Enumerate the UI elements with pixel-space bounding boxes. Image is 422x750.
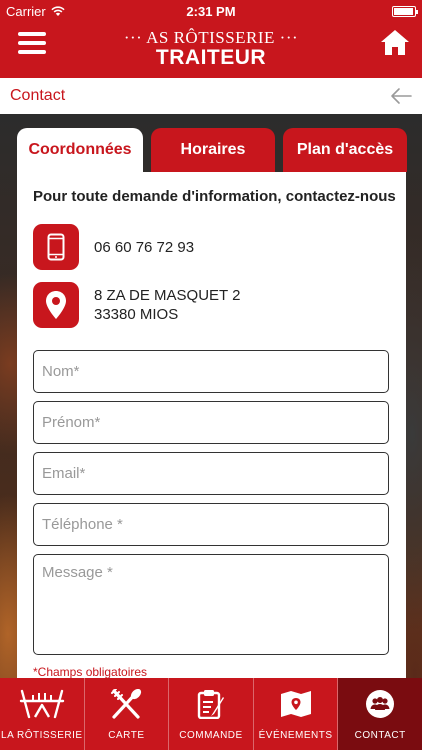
status-right <box>392 5 418 17</box>
bottom-nav: LA RÔTISSERIE CARTE COMMANDE ÉVÉNEMENTS … <box>0 678 422 750</box>
home-icon[interactable] <box>380 28 410 56</box>
nav-label-carte: CARTE <box>108 730 145 741</box>
phone-icon <box>33 224 79 270</box>
tab-plan-acces[interactable]: Plan d'accès <box>283 128 407 172</box>
contact-people-icon <box>357 688 403 720</box>
address-line-1: 8 ZA DE MASQUET 2 <box>94 287 241 304</box>
logo-top-text: ··· AS RÔTISSERIE ··· <box>123 28 299 47</box>
message-field[interactable] <box>33 554 389 655</box>
email-field[interactable] <box>33 452 389 495</box>
telephone-field[interactable] <box>33 503 389 546</box>
address-text: 8 ZA DE MASQUET 2 33380 MIOS <box>94 286 240 324</box>
tab-horaires[interactable]: Horaires <box>151 128 275 172</box>
nav-label-evenements: ÉVÉNEMENTS <box>258 730 333 741</box>
status-time: 2:31 PM <box>186 3 236 19</box>
nav-item-carte[interactable]: CARTE <box>85 678 170 750</box>
page-title: Contact <box>10 87 66 104</box>
phone-row[interactable]: 06 60 76 72 93 <box>33 224 194 270</box>
breadcrumb: Contact <box>0 78 422 114</box>
nav-label-contact: CONTACT <box>354 730 406 741</box>
contact-card: Pour toute demande d'information, contac… <box>17 172 406 684</box>
battery-fill <box>394 7 413 15</box>
address-row[interactable]: 8 ZA DE MASQUET 2 33380 MIOS <box>33 282 240 328</box>
battery-icon <box>392 5 418 17</box>
phone-number[interactable]: 06 60 76 72 93 <box>94 238 194 257</box>
required-note: *Champs obligatoires <box>33 665 148 679</box>
contact-tabs: Coordonnées Horaires Plan d'accès <box>17 128 407 172</box>
status-bar: Carrier 2:31 PM <box>0 0 422 22</box>
map-pin-glyph <box>46 291 66 319</box>
app-header: ··· AS RÔTISSERIE ··· TRAITEUR <box>0 22 422 78</box>
rotisserie-icon <box>19 688 65 720</box>
app-logo[interactable]: ··· AS RÔTISSERIE ··· TRAITEUR <box>0 28 422 70</box>
tab-coordonnees[interactable]: Coordonnées <box>17 128 143 172</box>
map-pin-icon <box>33 282 79 328</box>
address-line-2: 33380 MIOS <box>94 306 179 323</box>
nav-label-commande: COMMANDE <box>179 730 243 741</box>
arrow-left-icon[interactable] <box>390 86 412 106</box>
nav-label-rotisserie: LA RÔTISSERIE <box>1 730 83 741</box>
logo-bottom-text: TRAITEUR <box>155 46 267 69</box>
nav-item-commande[interactable]: COMMANDE <box>169 678 254 750</box>
phone-glyph <box>47 233 65 261</box>
nav-item-rotisserie[interactable]: LA RÔTISSERIE <box>0 678 85 750</box>
clipboard-icon <box>188 688 234 720</box>
nav-item-evenements[interactable]: ÉVÉNEMENTS <box>254 678 339 750</box>
nav-item-contact[interactable]: CONTACT <box>338 678 422 750</box>
contact-intro: Pour toute demande d'information, contac… <box>33 188 396 205</box>
prenom-field[interactable] <box>33 401 389 444</box>
utensils-icon <box>103 688 149 720</box>
event-map-icon <box>273 688 319 720</box>
nom-field[interactable] <box>33 350 389 393</box>
